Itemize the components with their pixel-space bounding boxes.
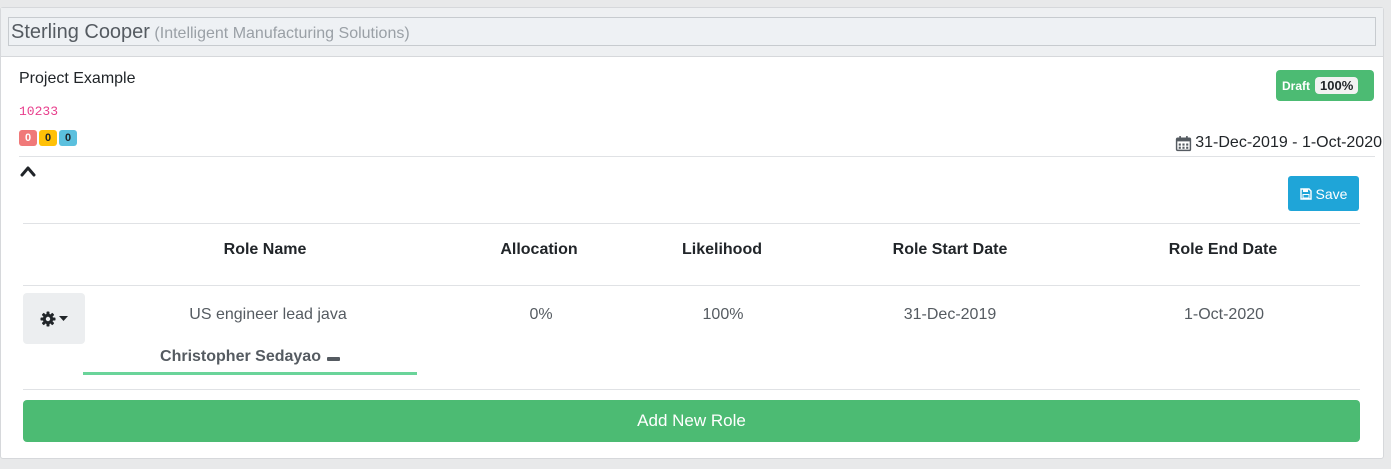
caret-down-icon [59,315,68,321]
assignee-name: Christopher Sedayao [160,348,321,365]
company-subtitle: (Intelligent Manufacturing Solutions) [154,25,410,42]
date-range-text: 31-Dec-2019 - 1-Oct-2020 [1195,134,1382,151]
status-percent: 100% [1315,77,1359,94]
badge-yellow: 0 [39,130,57,146]
project-card: Sterling Cooper (Intelligent Manufacturi… [0,7,1384,459]
badge-blue: 0 [59,130,77,146]
row-actions-button[interactable] [23,293,85,344]
column-header-role-start-date: Role Start Date [892,241,1008,258]
calendar-icon [1176,135,1192,151]
cell-role-name: US engineer lead java [189,306,347,323]
cell-role-start-date: 31-Dec-2019 [903,306,997,323]
project-code: 10233 [19,104,59,119]
cell-allocation: 0% [529,306,553,323]
company-header: Sterling Cooper (Intelligent Manufacturi… [8,17,1376,46]
badge-red: 0 [19,130,37,146]
column-header-role-end-date: Role End Date [1168,241,1278,258]
save-label: Save [1315,185,1348,202]
status-label: Draft [1282,78,1311,93]
table-header-rule [23,285,1360,286]
status-badge: Draft 100% [1276,70,1374,101]
count-badges: 0 0 0 [19,130,77,146]
assignee: Christopher Sedayao [83,348,417,375]
cell-role-end-date: 1-Oct-2020 [1183,306,1265,323]
project-date-range: 31-Dec-2019 - 1-Oct-2020 [1175,134,1382,152]
cell-likelihood: 100% [702,306,744,323]
add-new-role-button[interactable]: Add New Role [23,400,1360,442]
column-header-allocation: Allocation [500,241,578,258]
save-button[interactable]: Save [1288,176,1359,211]
project-title: Project Example [19,70,136,87]
floppy-disk-icon [1299,187,1312,200]
company-name: Sterling Cooper [11,21,150,43]
table-bottom-rule [23,389,1360,390]
table-top-rule [23,223,1360,224]
divider [19,156,1375,157]
chevron-up-icon[interactable] [20,164,36,178]
card-header: Sterling Cooper (Intelligent Manufacturi… [1,8,1383,57]
minus-icon[interactable] [326,357,340,361]
gear-icon [40,311,56,326]
column-header-likelihood: Likelihood [682,241,762,258]
column-header-role-name: Role Name [223,241,307,258]
